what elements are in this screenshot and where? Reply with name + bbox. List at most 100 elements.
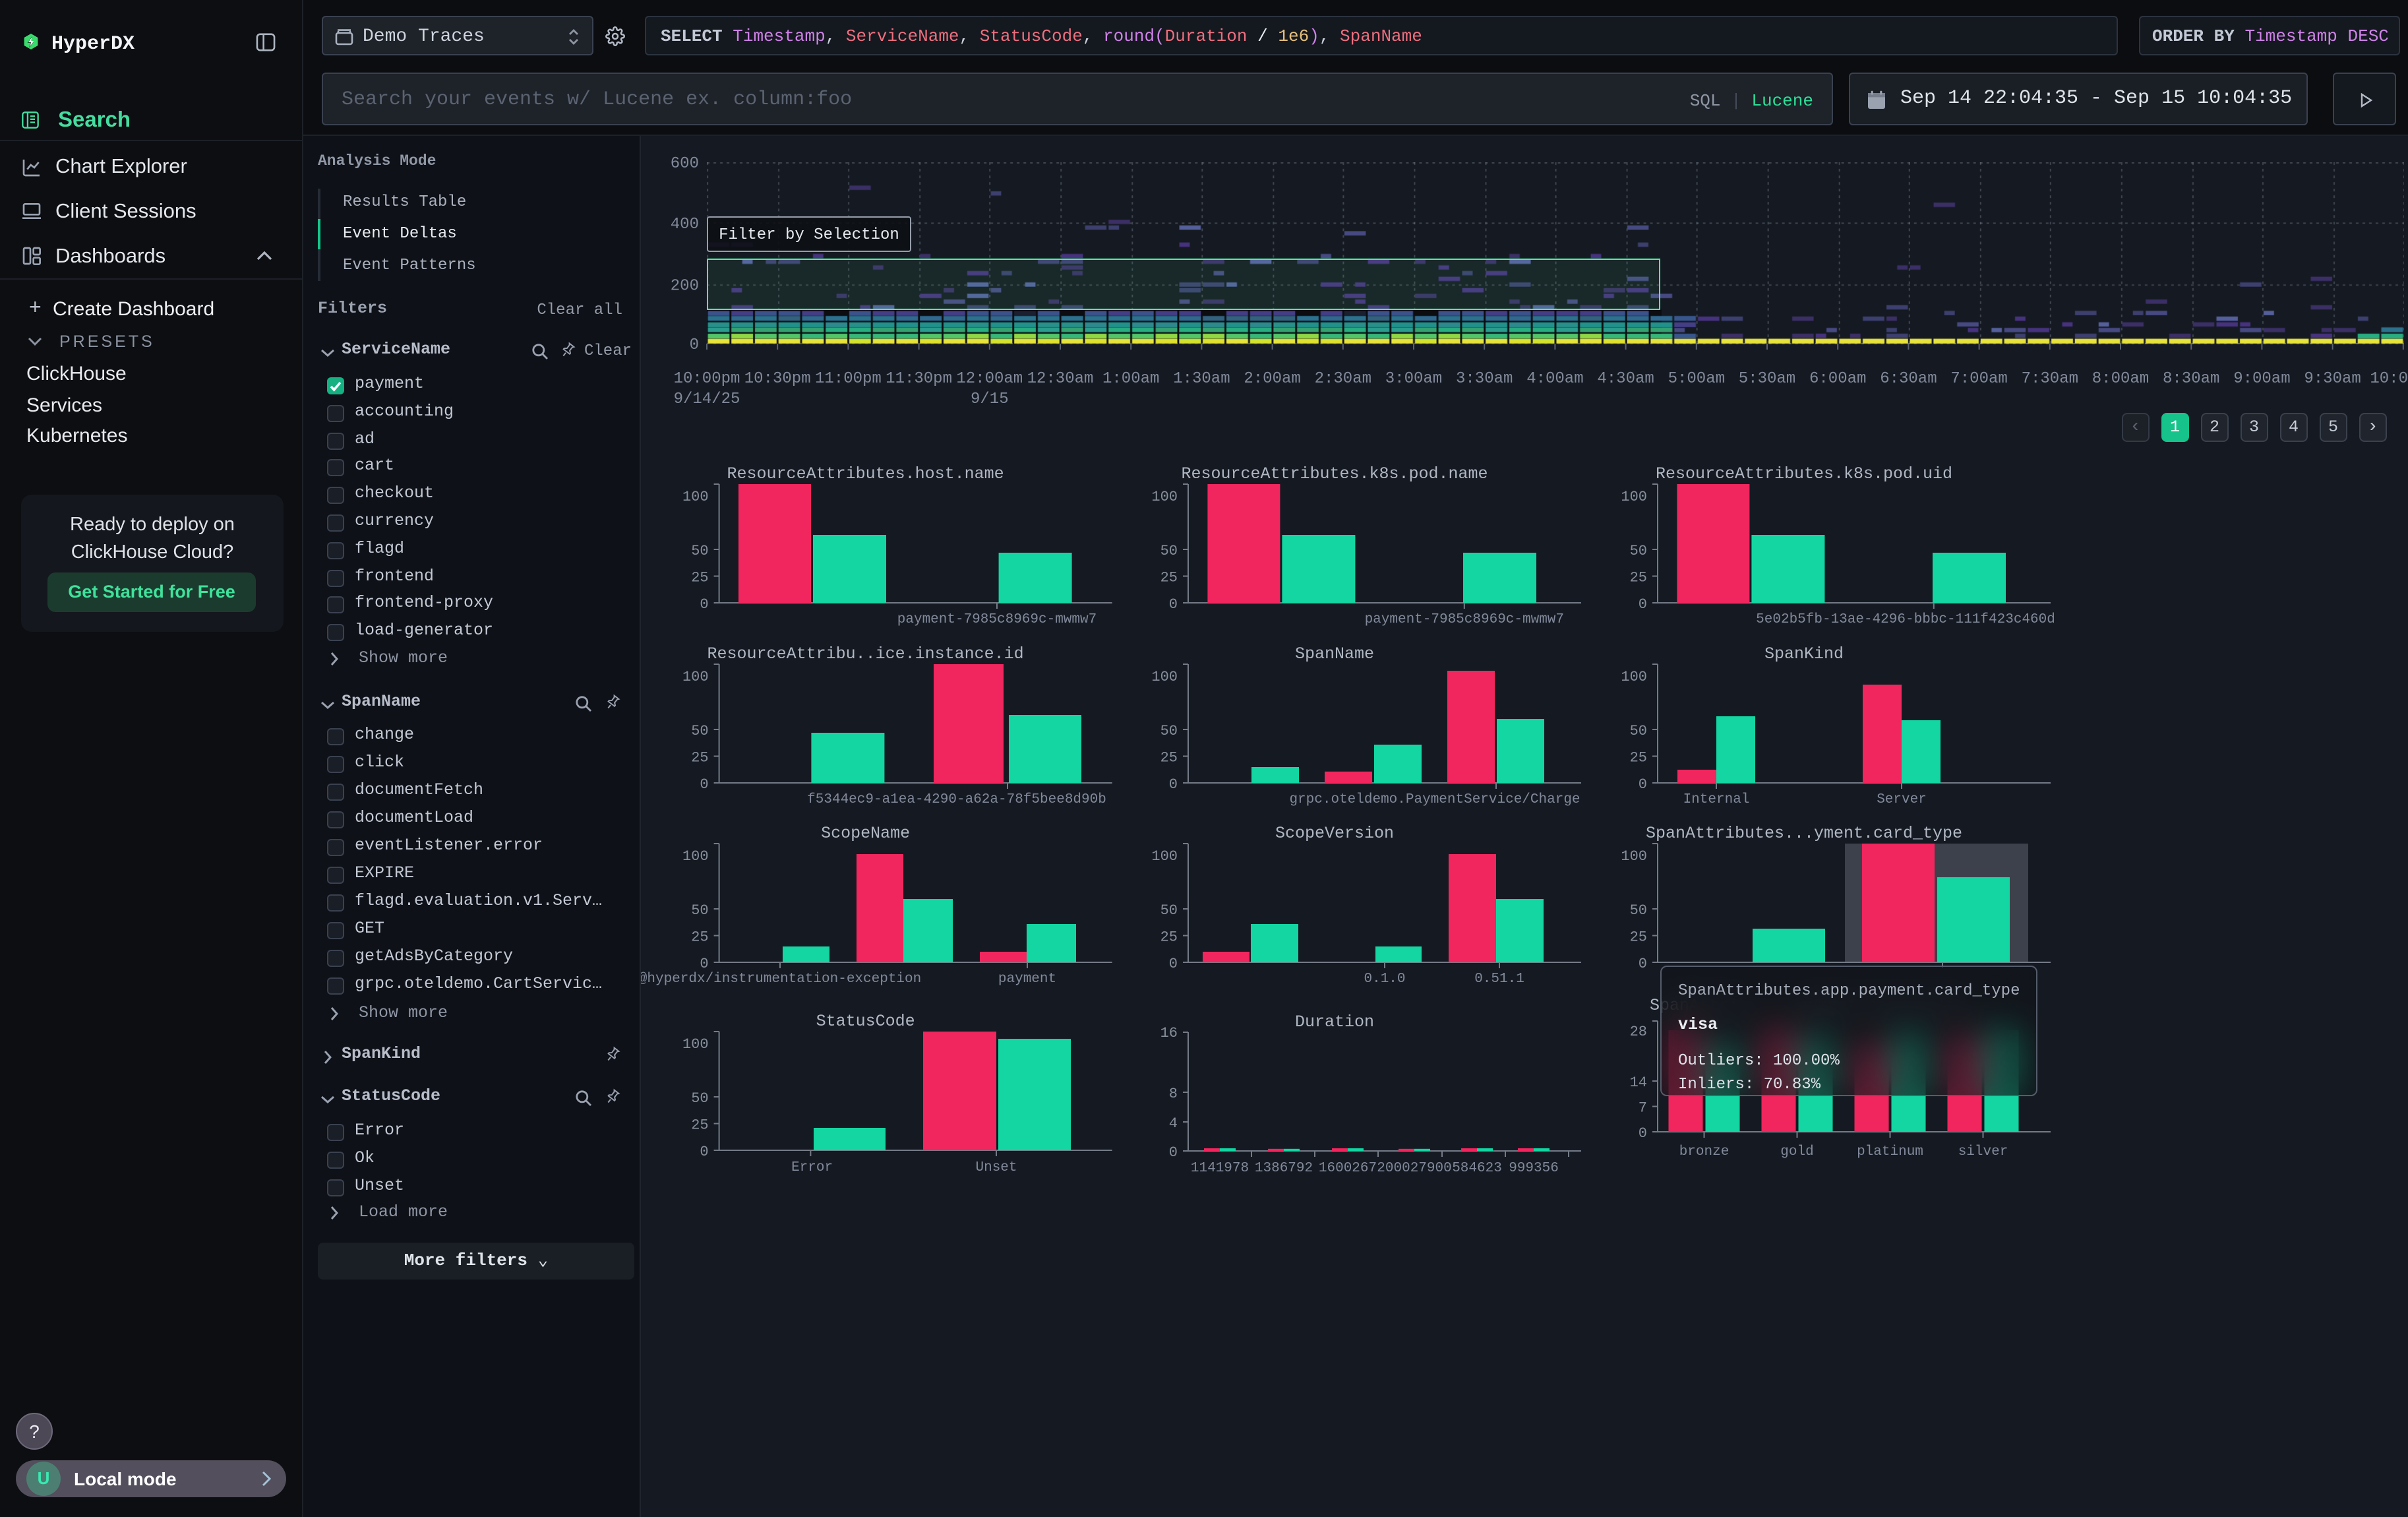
svg-text:25: 25 [1160, 750, 1178, 766]
svg-text:999356: 999356 [1509, 1161, 1559, 1176]
svg-text:2:30am: 2:30am [1315, 370, 1371, 388]
svg-text:25: 25 [1630, 929, 1647, 946]
svg-text:8: 8 [1169, 1086, 1178, 1102]
svg-text:5e02b5fb-13ae-4296-bbbc-111f42: 5e02b5fb-13ae-4296-bbbc-111f423c460d [1756, 612, 2055, 627]
svg-text:payment-7985c8969c-mwmw7: payment-7985c8969c-mwmw7 [897, 612, 1097, 627]
svg-text:0: 0 [1639, 956, 1647, 972]
svg-text:5:30am: 5:30am [1739, 370, 1795, 388]
svg-text:7: 7 [1639, 1100, 1647, 1117]
svg-text:0: 0 [700, 1144, 708, 1160]
svg-text:9:30am: 9:30am [2304, 370, 2361, 388]
svg-text:50: 50 [691, 543, 708, 559]
svg-text:28: 28 [1630, 1024, 1647, 1040]
svg-text:50: 50 [691, 723, 708, 739]
svg-text:100: 100 [682, 489, 709, 505]
svg-text:ScopeName: ScopeName [821, 824, 910, 843]
svg-text:6:00am: 6:00am [1809, 370, 1866, 388]
svg-text:ResourceAttribu..ice.instance.: ResourceAttribu..ice.instance.id [707, 644, 1024, 664]
svg-text:gold: gold [1780, 1144, 1813, 1160]
svg-text:600: 600 [671, 155, 699, 173]
svg-text:1:00am: 1:00am [1102, 370, 1159, 388]
svg-text:Duration: Duration [1295, 1012, 1374, 1032]
svg-text:50: 50 [1160, 723, 1178, 739]
svg-text:7:30am: 7:30am [2022, 370, 2078, 388]
svg-text:12:00am: 12:00am [956, 370, 1023, 388]
svg-text:25: 25 [1630, 750, 1647, 766]
svg-text:0: 0 [1169, 1144, 1178, 1161]
svg-text:SpanKind: SpanKind [1764, 644, 1844, 664]
svg-text:0: 0 [690, 336, 699, 354]
svg-text:0: 0 [1639, 596, 1647, 613]
svg-text:grpc.oteldemo.PaymentService/C: grpc.oteldemo.PaymentService/Charge [1289, 792, 1580, 807]
svg-text:ResourceAttributes.host.name: ResourceAttributes.host.name [727, 464, 1004, 483]
svg-text:platinum: platinum [1857, 1144, 1923, 1160]
svg-text:25: 25 [1160, 570, 1178, 586]
svg-text:25: 25 [691, 750, 708, 766]
svg-text:11:00pm: 11:00pm [815, 370, 882, 388]
svg-text:3:00am: 3:00am [1385, 370, 1442, 388]
svg-text:100: 100 [682, 1036, 709, 1053]
svg-text:payment-7985c8969c-mwmw7: payment-7985c8969c-mwmw7 [1365, 612, 1564, 627]
svg-text:100: 100 [1621, 489, 1647, 505]
svg-text:SpanAttributes...yment.card_ty: SpanAttributes...yment.card_type [1646, 824, 1962, 843]
svg-text:100: 100 [682, 669, 709, 685]
svg-text:200027900: 200027900 [1377, 1161, 1451, 1176]
svg-text:14: 14 [1630, 1074, 1647, 1091]
svg-text:100: 100 [1151, 489, 1178, 505]
svg-text:2:00am: 2:00am [1244, 370, 1300, 388]
svg-text:8:30am: 8:30am [2163, 370, 2219, 388]
svg-text:25: 25 [691, 570, 708, 586]
svg-text:25: 25 [1160, 929, 1178, 946]
svg-text:50: 50 [1160, 543, 1178, 559]
svg-text:200: 200 [671, 278, 699, 295]
svg-text:0: 0 [1639, 776, 1647, 793]
svg-text:584623: 584623 [1452, 1161, 1502, 1176]
svg-text:ScopeVersion: ScopeVersion [1275, 824, 1394, 843]
svg-text:25: 25 [691, 929, 708, 946]
svg-text:8:00am: 8:00am [2092, 370, 2149, 388]
svg-text:25: 25 [1630, 570, 1647, 586]
svg-text:100: 100 [1151, 848, 1178, 865]
svg-text:50: 50 [691, 902, 708, 919]
svg-text:0: 0 [700, 956, 708, 972]
svg-text:f5344ec9-a1ea-4290-a62a-78f5be: f5344ec9-a1ea-4290-a62a-78f5bee8d90b [807, 792, 1106, 807]
svg-text:1386792: 1386792 [1255, 1161, 1313, 1176]
svg-text:6:30am: 6:30am [1880, 370, 1937, 388]
svg-text:4: 4 [1169, 1115, 1178, 1132]
svg-text:7:00am: 7:00am [1950, 370, 2007, 388]
svg-text:ResourceAttributes.k8s.pod.uid: ResourceAttributes.k8s.pod.uid [1656, 464, 1952, 483]
svg-text:10:00pm: 10:00pm [674, 370, 740, 388]
svg-text:@hyperdx/instrumentation-excep: @hyperdx/instrumentation-exception [641, 972, 921, 987]
svg-text:silver: silver [1958, 1144, 2008, 1160]
svg-text:5:00am: 5:00am [1668, 370, 1725, 388]
svg-text:SpanName: SpanName [1295, 644, 1374, 664]
svg-text:11:30pm: 11:30pm [886, 370, 952, 388]
svg-text:StatusCode: StatusCode [816, 1012, 915, 1031]
svg-text:400: 400 [671, 216, 699, 233]
svg-text:50: 50 [1630, 902, 1647, 919]
svg-text:payment: payment [998, 972, 1056, 987]
svg-text:bronze: bronze [1679, 1144, 1730, 1160]
svg-text:0: 0 [1169, 596, 1178, 613]
svg-text:25: 25 [691, 1117, 708, 1134]
svg-text:100: 100 [1621, 848, 1647, 865]
svg-text:1600267: 1600267 [1319, 1161, 1377, 1176]
svg-text:50: 50 [1630, 723, 1647, 739]
svg-text:1141978: 1141978 [1191, 1161, 1249, 1176]
svg-text:9/14/25: 9/14/25 [674, 390, 740, 408]
svg-text:16: 16 [1160, 1025, 1178, 1041]
svg-text:50: 50 [1160, 902, 1178, 919]
svg-text:9/15: 9/15 [971, 390, 1009, 408]
svg-text:Unset: Unset [975, 1160, 1017, 1175]
svg-text:0: 0 [1169, 776, 1178, 793]
svg-text:0.51.1: 0.51.1 [1474, 972, 1524, 987]
svg-text:100: 100 [682, 848, 709, 865]
svg-text:0: 0 [700, 596, 708, 613]
svg-text:4:00am: 4:00am [1526, 370, 1583, 388]
svg-text:100: 100 [1151, 669, 1178, 685]
svg-text:9:00am: 9:00am [2233, 370, 2290, 388]
svg-text:50: 50 [1630, 543, 1647, 559]
svg-text:4:30am: 4:30am [1597, 370, 1654, 388]
svg-text:Error: Error [791, 1160, 833, 1175]
svg-text:10:30pm: 10:30pm [744, 370, 811, 388]
